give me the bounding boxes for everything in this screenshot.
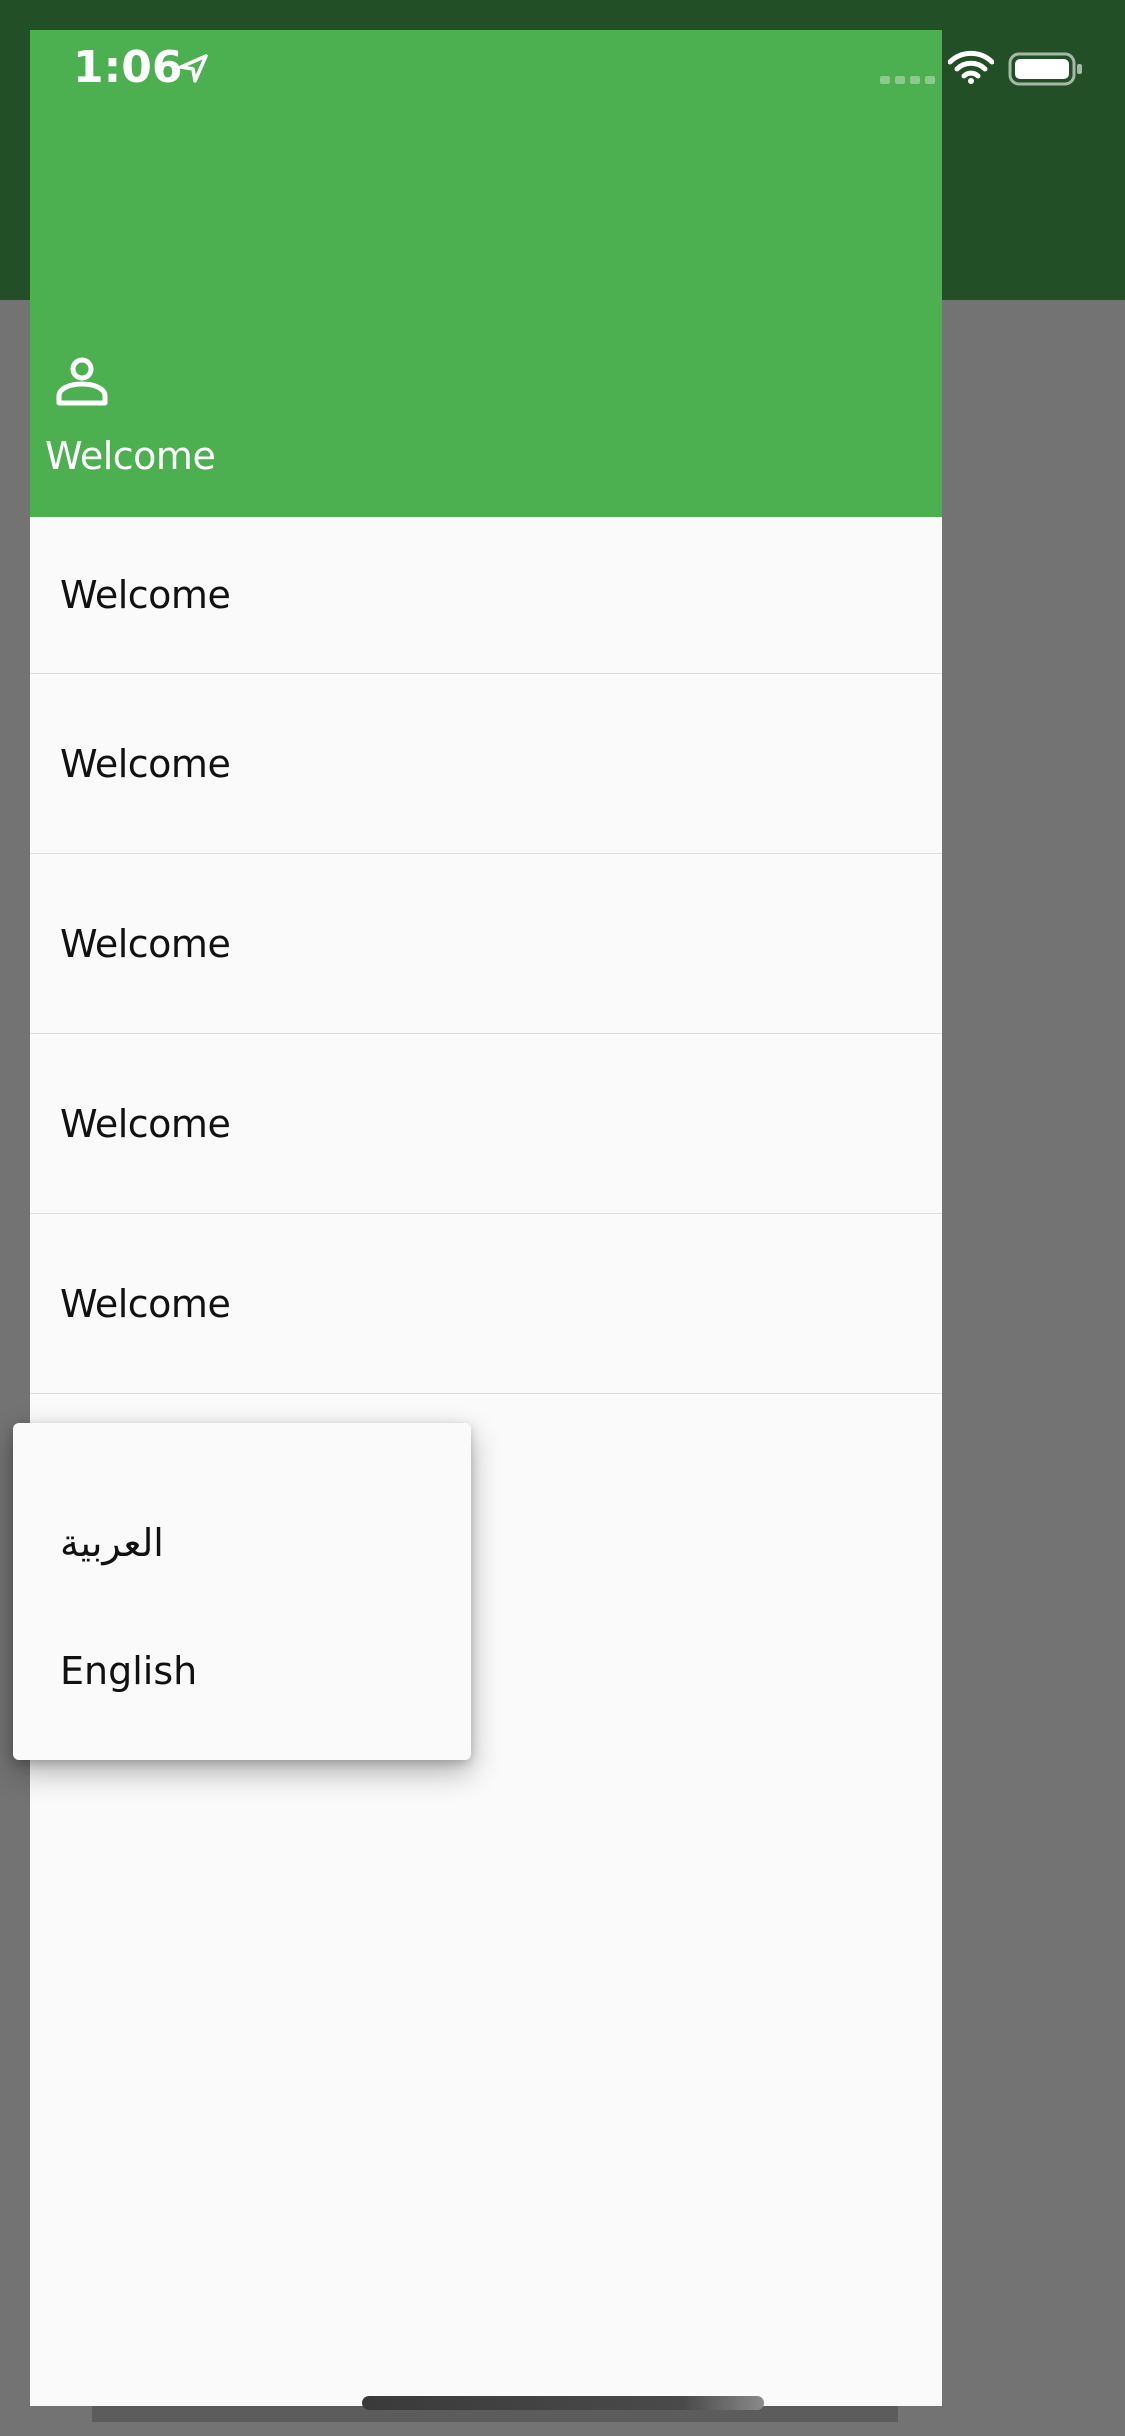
- language-option-label: English: [60, 1649, 198, 1693]
- drawer-item-2[interactable]: Welcome: [30, 674, 942, 854]
- wifi-icon: [948, 50, 994, 84]
- drawer-item-label: Welcome: [60, 741, 231, 786]
- drawer-item-1[interactable]: Welcome: [30, 517, 942, 674]
- drawer-item-label: Welcome: [60, 573, 231, 617]
- drawer-item-label: Welcome: [60, 921, 231, 966]
- home-indicator[interactable]: [362, 2396, 764, 2410]
- drawer-item-4[interactable]: Welcome: [30, 1034, 942, 1214]
- drawer-item-5[interactable]: Welcome: [30, 1214, 942, 1394]
- battery-icon: [1008, 52, 1082, 86]
- language-option-label: العربية: [60, 1521, 164, 1565]
- location-arrow-icon: [179, 54, 208, 83]
- language-option-arabic[interactable]: العربية: [13, 1478, 471, 1608]
- drawer-item-3[interactable]: Welcome: [30, 854, 942, 1034]
- navigation-drawer: Welcome Welcome Welcome Welcome Welcome …: [30, 30, 942, 2406]
- language-option-english[interactable]: English: [13, 1606, 471, 1736]
- drawer-item-label: Welcome: [60, 1281, 231, 1326]
- drawer-header: Welcome: [30, 30, 942, 517]
- status-time: 1:06: [73, 42, 183, 93]
- person-outline-icon: [56, 357, 108, 406]
- signal-icon: [880, 76, 935, 84]
- language-menu: العربية English: [13, 1423, 471, 1760]
- drawer-item-label: Welcome: [60, 1101, 231, 1146]
- drawer-header-title: Welcome: [45, 434, 216, 478]
